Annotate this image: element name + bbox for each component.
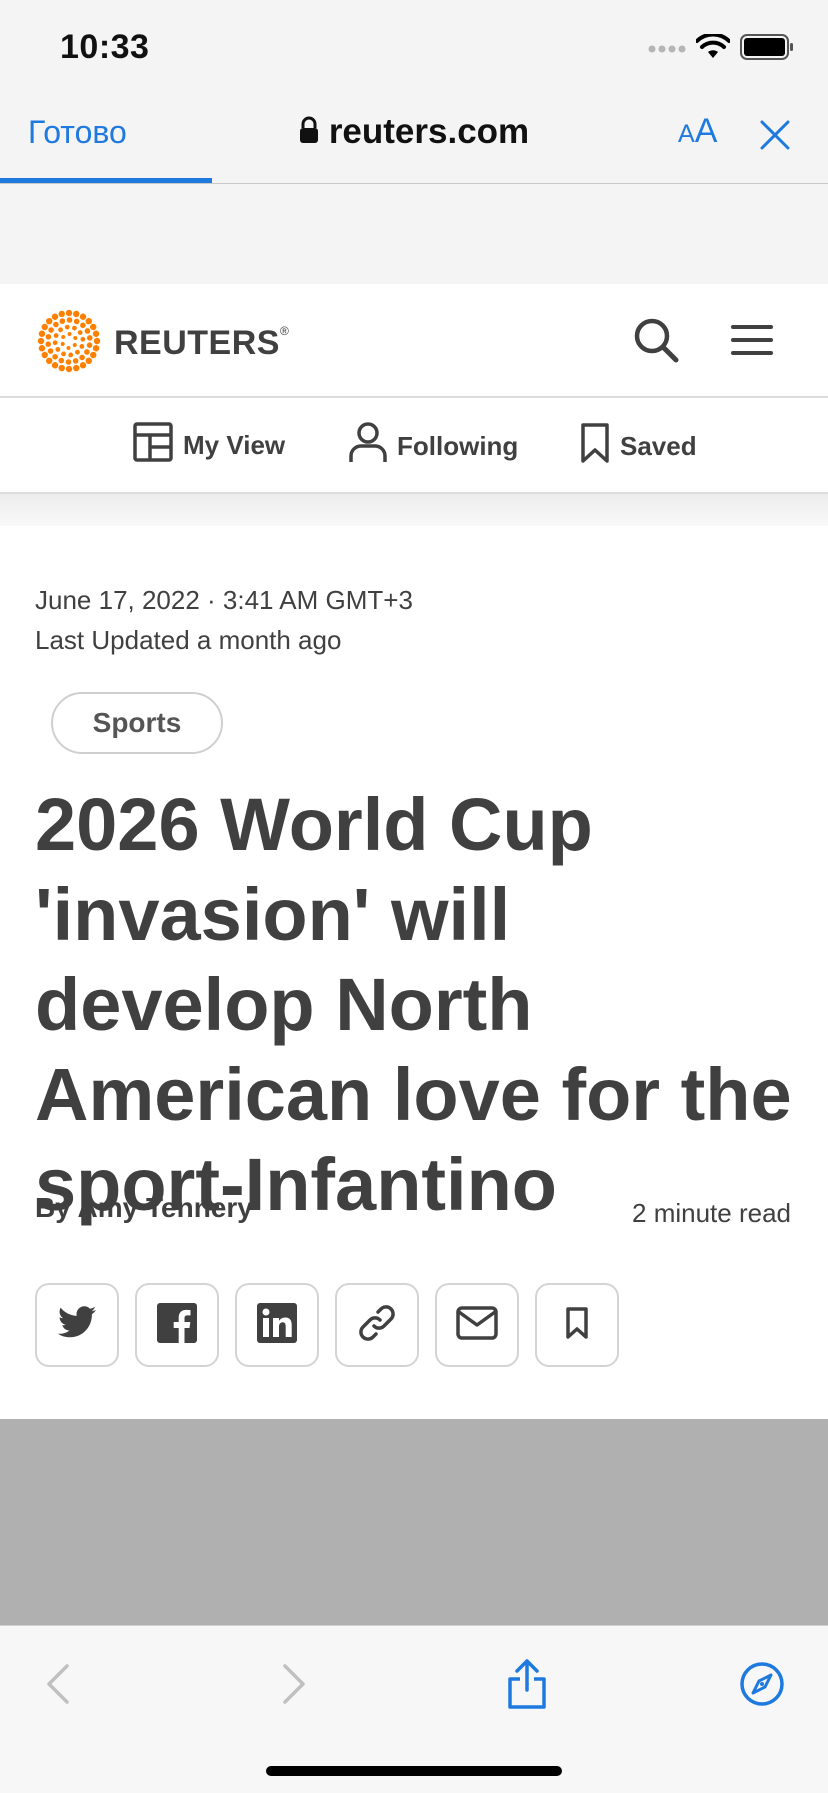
brand-name: REUTERS — [114, 324, 280, 362]
compass-icon[interactable] — [734, 1656, 790, 1712]
nav-saved[interactable]: Saved — [580, 422, 697, 471]
share-email-button[interactable] — [435, 1283, 519, 1367]
nav-following[interactable]: Following — [349, 422, 518, 471]
status-time: 10:33 — [60, 28, 150, 66]
hamburger-menu-icon[interactable] — [730, 322, 774, 358]
lock-icon — [299, 116, 319, 149]
search-icon[interactable] — [632, 316, 680, 364]
section-tag[interactable]: Sports — [51, 692, 223, 754]
article-headline: 2026 World Cup 'invasion' will develop N… — [35, 783, 792, 1226]
author-byline[interactable]: By Amy Tennery — [35, 1192, 253, 1224]
bookmark-icon — [580, 422, 610, 471]
back-icon[interactable] — [30, 1656, 86, 1712]
divider — [0, 494, 828, 526]
share-facebook-button[interactable] — [135, 1283, 219, 1367]
nav-saved-label: Saved — [620, 431, 697, 461]
layout-icon — [133, 422, 173, 469]
read-time: 2 minute read — [632, 1198, 791, 1228]
link-icon — [356, 1302, 398, 1349]
person-icon — [349, 422, 387, 471]
close-icon[interactable] — [758, 118, 792, 152]
twitter-icon — [57, 1305, 97, 1345]
reuters-logo-icon — [36, 308, 102, 379]
mail-icon — [456, 1305, 498, 1345]
forward-icon[interactable] — [266, 1656, 322, 1712]
home-indicator — [266, 1766, 562, 1776]
share-icon[interactable] — [499, 1656, 555, 1712]
url-text: reuters.com — [328, 112, 530, 151]
share-twitter-button[interactable] — [35, 1283, 119, 1367]
cellular-signal-icon — [648, 41, 686, 59]
registered-mark: ® — [279, 324, 290, 338]
nav-my-view-label: My View — [183, 430, 286, 460]
save-article-button[interactable] — [535, 1283, 619, 1367]
nav-my-view[interactable]: My View — [133, 422, 285, 469]
article-image-placeholder — [0, 1419, 828, 1625]
copy-link-button[interactable] — [335, 1283, 419, 1367]
linkedin-icon — [257, 1302, 297, 1348]
text-size-button[interactable]: AA — [678, 112, 717, 151]
bookmark-icon — [565, 1306, 589, 1345]
facebook-icon — [157, 1302, 197, 1348]
status-icons — [648, 32, 794, 65]
nav-following-label: Following — [397, 431, 519, 461]
article-updated: Last Updated a month ago — [35, 625, 342, 655]
ad-banner-placeholder — [0, 184, 828, 284]
article-date: June 17, 2022 · 3:41 AM GMT+3 — [35, 585, 413, 615]
reuters-logo[interactable]: REUTERS® — [36, 308, 289, 379]
share-linkedin-button[interactable] — [235, 1283, 319, 1367]
wifi-icon — [695, 32, 731, 65]
battery-icon — [740, 34, 794, 65]
